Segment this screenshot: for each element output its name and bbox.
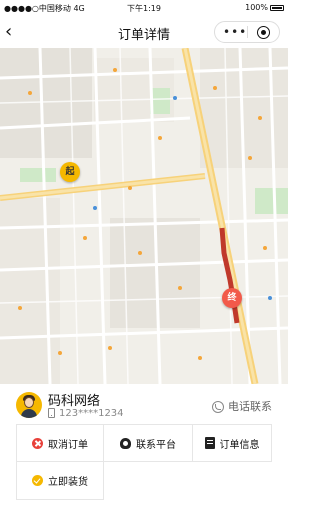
order-info-button[interactable]: 订单信息 — [193, 424, 272, 462]
route-map[interactable]: 起 终 — [0, 48, 288, 384]
avatar — [16, 392, 42, 418]
driver-name: 码科网络 — [48, 394, 101, 409]
battery-icon — [270, 4, 284, 11]
phone-icon — [48, 408, 55, 418]
call-button[interactable]: 电话联系 — [212, 398, 272, 414]
cancel-icon — [32, 437, 43, 449]
avatar-body — [21, 409, 37, 418]
map-canvas — [0, 48, 288, 384]
status-bar: ●●●●○中国移动 4G 下午1:19 100% — [0, 0, 288, 16]
avatar-face — [24, 397, 34, 408]
start-marker[interactable]: 起 — [60, 162, 80, 182]
contact-platform-label: 联系平台 — [136, 439, 176, 451]
capsule-divider — [247, 26, 248, 38]
order-card: 码科网络 123****1234 电话联系 取消订单 联系平台 订单信息 立即装… — [0, 384, 288, 512]
order-info-label: 订单信息 — [219, 439, 260, 451]
confirm-load-label: 立即装货 — [48, 477, 88, 488]
support-agent-icon — [120, 437, 131, 449]
target-circle-icon[interactable] — [257, 26, 270, 39]
cancel-order-label: 取消订单 — [48, 439, 88, 451]
battery-status: 100% — [245, 3, 284, 12]
contact-platform-button[interactable]: 联系平台 — [104, 424, 193, 462]
call-icon — [212, 401, 224, 413]
order-info-icon — [204, 437, 215, 449]
mini-program-capsule: ••• — [214, 21, 280, 43]
call-label: 电话联系 — [228, 400, 272, 413]
action-grid: 取消订单 联系平台 订单信息 立即装货 — [16, 424, 272, 504]
confirm-load-button[interactable]: 立即装货 — [16, 462, 104, 500]
nav-bar: ‹ 订单详情 ••• — [0, 16, 288, 48]
driver-phone-row: 123****1234 — [48, 408, 124, 419]
more-dots-icon[interactable]: ••• — [223, 26, 246, 38]
confirm-load-icon — [32, 475, 43, 486]
end-marker[interactable]: 终 — [222, 288, 242, 308]
driver-phone: 123****1234 — [59, 408, 124, 419]
cancel-order-button[interactable]: 取消订单 — [16, 424, 104, 462]
